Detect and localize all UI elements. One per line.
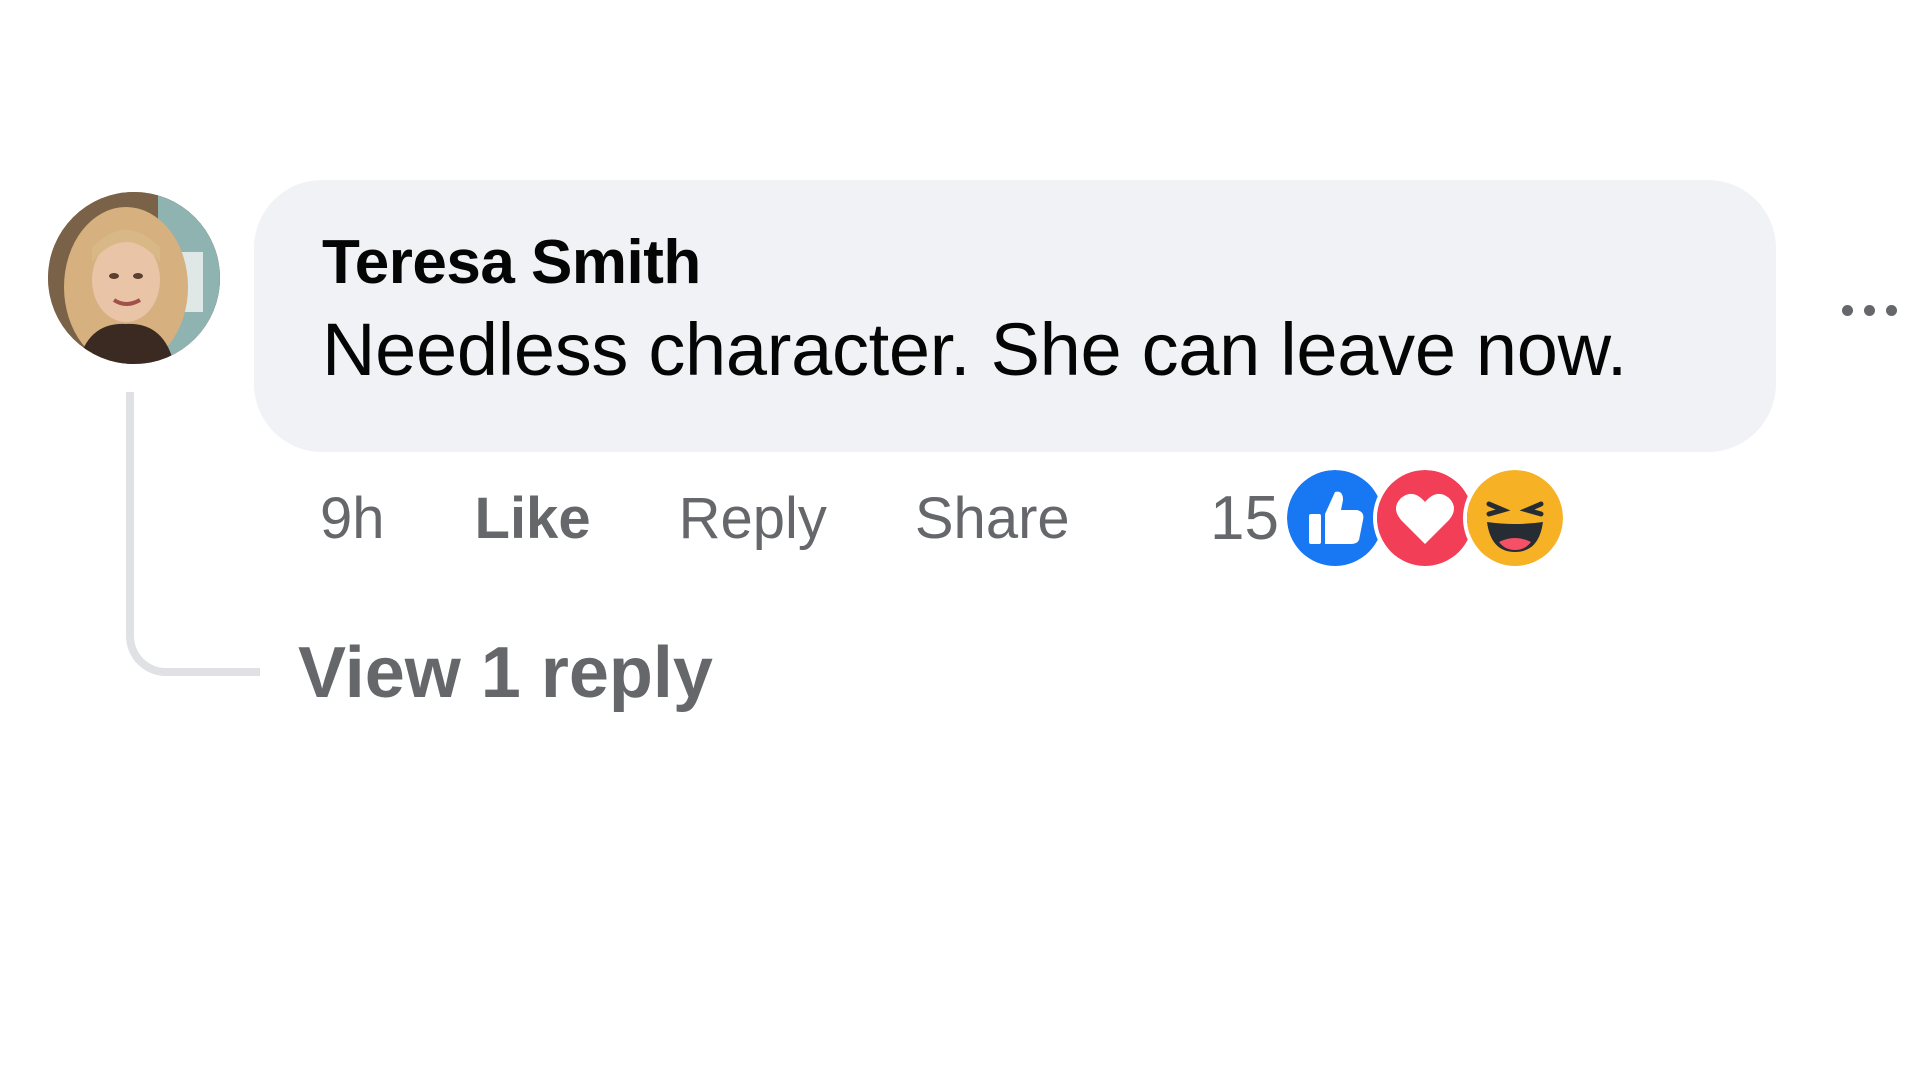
share-button[interactable]: Share — [915, 485, 1070, 552]
reaction-count: 15 — [1210, 483, 1279, 553]
like-icon — [1282, 466, 1387, 570]
comment-actions: 9h Like Reply Share — [320, 478, 1180, 558]
more-options-icon[interactable] — [1842, 290, 1920, 330]
reactions-summary[interactable]: 15 — [1210, 466, 1567, 570]
like-button[interactable]: Like — [475, 485, 591, 552]
thread-connector-line — [126, 392, 260, 676]
haha-icon — [1462, 466, 1567, 570]
reply-button[interactable]: Reply — [679, 485, 827, 552]
comment-author[interactable]: Teresa Smith — [322, 224, 1776, 302]
comment: Teresa Smith Needless character. She can… — [0, 0, 1920, 1080]
avatar[interactable] — [48, 192, 220, 364]
view-replies-link[interactable]: View 1 reply — [298, 628, 713, 718]
comment-bubble: Teresa Smith Needless character. She can… — [254, 180, 1776, 452]
love-icon — [1372, 466, 1477, 570]
avatar-photo — [48, 192, 220, 364]
comment-timestamp[interactable]: 9h — [320, 485, 385, 552]
comment-text: Needless character. She can leave now. — [322, 308, 1627, 391]
